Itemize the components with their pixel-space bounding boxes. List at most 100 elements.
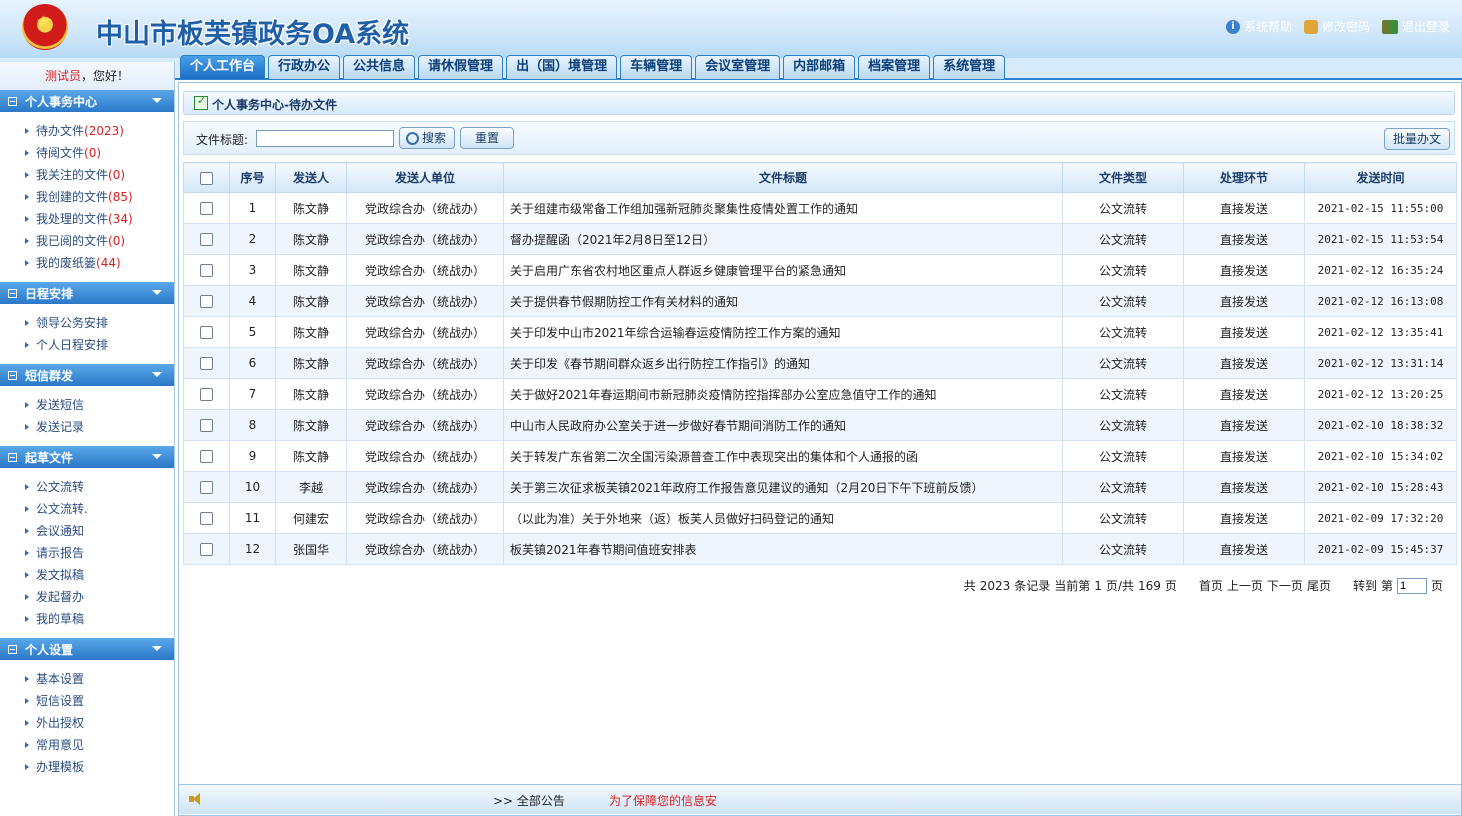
- section-personal-settings[interactable]: 个人设置: [0, 638, 174, 660]
- sidebar-item-common-opinions[interactable]: 常用意见: [0, 734, 174, 756]
- sidebar-item-out-authorization[interactable]: 外出授权: [0, 712, 174, 734]
- row-checkbox[interactable]: [200, 543, 213, 556]
- section-sms[interactable]: 短信群发: [0, 364, 174, 386]
- sidebar-item-start-supervision[interactable]: 发起督办: [0, 586, 174, 608]
- sidebar-item-meeting-notice[interactable]: 会议通知: [0, 520, 174, 542]
- tab-meeting-room-management[interactable]: 会议室管理: [695, 55, 781, 79]
- sidebar-item-handling-templates[interactable]: 办理模板: [0, 756, 174, 778]
- sidebar-item-document-flow-2[interactable]: 公文流转.: [0, 498, 174, 520]
- table-header-row: 序号 发送人 发送人单位 文件标题 文件类型 处理环节 发送时间: [183, 162, 1457, 193]
- row-checkbox[interactable]: [200, 512, 213, 525]
- tab-archive-management[interactable]: 档案管理: [858, 55, 931, 79]
- row-checkbox[interactable]: [200, 202, 213, 215]
- tab-system-management[interactable]: 系统管理: [933, 55, 1006, 79]
- col-send-time[interactable]: 发送时间: [1304, 162, 1457, 193]
- first-page-link[interactable]: 首页: [1199, 577, 1223, 594]
- select-all-checkbox[interactable]: [200, 171, 213, 185]
- sidebar-item-leader-schedule[interactable]: 领导公务安排: [0, 312, 174, 334]
- sidebar-item-basic-settings[interactable]: 基本设置: [0, 668, 174, 690]
- prev-page-link[interactable]: 上一页: [1227, 577, 1263, 594]
- row-file-title[interactable]: 关于印发《春节期间群众返乡出行防控工作指引》的通知: [503, 347, 1063, 379]
- sidebar-item-send-records[interactable]: 发送记录: [0, 416, 174, 438]
- row-file-title[interactable]: 板芙镇2021年春节期间值班安排表: [503, 533, 1063, 565]
- row-checkbox[interactable]: [200, 388, 213, 401]
- row-file-title[interactable]: 督办提醒函（2021年2月8日至12日）: [503, 223, 1063, 255]
- next-page-link[interactable]: 下一页: [1267, 577, 1303, 594]
- table-row[interactable]: 10 李越 党政综合办（统战办） 关于第三次征求板芙镇2021年政府工作报告意见建议的…: [183, 471, 1457, 503]
- row-file-title[interactable]: （以此为准）关于外地来（返）板芙人员做好扫码登记的通知: [503, 502, 1063, 534]
- row-file-title[interactable]: 关于第三次征求板芙镇2021年政府工作报告意见建议的通知（2月20日下午下班前反…: [503, 471, 1063, 503]
- col-sender[interactable]: 发送人: [275, 162, 347, 193]
- table-row[interactable]: 11 何建宏 党政综合办（统战办） （以此为准）关于外地来（返）板芙人员做好扫码登记的…: [183, 502, 1457, 534]
- tab-admin-office[interactable]: 行政办公: [268, 55, 341, 79]
- tab-leave-management[interactable]: 请休假管理: [418, 55, 504, 79]
- reset-button[interactable]: 重置: [460, 127, 514, 149]
- sidebar-item-trash[interactable]: 我的废纸篓(44): [0, 252, 174, 274]
- row-file-title[interactable]: 关于启用广东省农村地区重点人群返乡健康管理平台的紧急通知: [503, 254, 1063, 286]
- tab-exit-entry-management[interactable]: 出（国）境管理: [506, 55, 618, 79]
- row-file-title[interactable]: 关于组建市级常备工作组加强新冠肺炎聚集性疫情处置工作的通知: [503, 192, 1063, 224]
- col-file-type[interactable]: 文件类型: [1062, 162, 1184, 193]
- col-sender-unit[interactable]: 发送人单位: [346, 162, 504, 193]
- last-page-link[interactable]: 尾页: [1307, 577, 1331, 594]
- table-row[interactable]: 6 陈文静 党政综合办（统战办） 关于印发《春节期间群众返乡出行防控工作指引》的通知公…: [183, 347, 1457, 379]
- sidebar-item-read-files[interactable]: 我已阅的文件(0): [0, 230, 174, 252]
- table-row[interactable]: 4 陈文静 党政综合办（统战办） 关于提供春节假期防控工作有关材料的通知 公文流转 直接发…: [183, 285, 1457, 317]
- sidebar-item-created-files[interactable]: 我创建的文件(85): [0, 186, 174, 208]
- table-row[interactable]: 9 陈文静 党政综合办（统战办） 关于转发广东省第二次全国污染源普查工作中表现突出的集…: [183, 440, 1457, 472]
- pager-text: 当前第: [1054, 579, 1091, 593]
- sidebar-item-document-flow[interactable]: 公文流转: [0, 476, 174, 498]
- row-checkbox[interactable]: [200, 450, 213, 463]
- col-index[interactable]: 序号: [229, 162, 276, 193]
- tab-public-info[interactable]: 公共信息: [343, 55, 416, 79]
- batch-process-button[interactable]: 批量办文: [1384, 128, 1450, 150]
- row-checkbox[interactable]: [200, 357, 213, 370]
- section-draft-files[interactable]: 起草文件: [0, 446, 174, 468]
- row-file-title[interactable]: 关于印发中山市2021年综合运输春运疫情防控工作方案的通知: [503, 316, 1063, 348]
- tab-internal-mail[interactable]: 内部邮箱: [783, 55, 856, 79]
- sidebar-item-my-drafts[interactable]: 我的草稿: [0, 608, 174, 630]
- row-sender-unit: 党政综合办（统战办）: [346, 378, 504, 410]
- tab-vehicle-management[interactable]: 车辆管理: [620, 55, 693, 79]
- change-password-link[interactable]: 修改密码: [1303, 18, 1370, 35]
- col-process-step[interactable]: 处理环节: [1183, 162, 1305, 193]
- logout-link[interactable]: 退出登录: [1381, 18, 1450, 35]
- all-announcements-link[interactable]: >> 全部公告: [493, 792, 565, 809]
- table-row[interactable]: 2 陈文静 党政综合办（统战办） 督办提醒函（2021年2月8日至12日） 公文流转 直接…: [183, 223, 1457, 255]
- sidebar-item-send-sms[interactable]: 发送短信: [0, 394, 174, 416]
- help-link[interactable]: i 系统帮助: [1225, 18, 1292, 35]
- table-row[interactable]: 3 陈文静 党政综合办（统战办） 关于启用广东省农村地区重点人群返乡健康管理平台的紧急…: [183, 254, 1457, 286]
- goto-page-input[interactable]: [1396, 577, 1427, 594]
- row-checkbox[interactable]: [200, 264, 213, 277]
- sidebar-item-to-read-files[interactable]: 待阅文件(0): [0, 142, 174, 164]
- table-row[interactable]: 1 陈文静 党政综合办（统战办） 关于组建市级常备工作组加强新冠肺炎聚集性疫情处置工作…: [183, 192, 1457, 224]
- sidebar-item-request-report[interactable]: 请示报告: [0, 542, 174, 564]
- search-button[interactable]: 搜索: [399, 127, 455, 149]
- row-checkbox[interactable]: [200, 233, 213, 246]
- row-checkbox[interactable]: [200, 481, 213, 494]
- row-checkbox[interactable]: [200, 326, 213, 339]
- table-row[interactable]: 5 陈文静 党政综合办（统战办） 关于印发中山市2021年综合运输春运疫情防控工作方案…: [183, 316, 1457, 348]
- row-file-title[interactable]: 关于转发广东省第二次全国污染源普查工作中表现突出的集体和个人通报的函: [503, 440, 1063, 472]
- file-title-input[interactable]: [256, 130, 394, 147]
- sidebar-item-todo-files[interactable]: 待办文件(2023): [0, 120, 174, 142]
- sidebar-item-sms-settings[interactable]: 短信设置: [0, 690, 174, 712]
- row-file-title[interactable]: 中山市人民政府办公室关于进一步做好春节期间消防工作的通知: [503, 409, 1063, 441]
- sidebar-item-personal-schedule[interactable]: 个人日程安排: [0, 334, 174, 356]
- row-file-title[interactable]: 关于做好2021年春运期间市新冠肺炎疫情防控指挥部办公室应急值守工作的通知: [503, 378, 1063, 410]
- sidebar-item-handled-files[interactable]: 我处理的文件(34): [0, 208, 174, 230]
- section-schedule[interactable]: 日程安排: [0, 282, 174, 304]
- sidebar-item-draft-dispatch[interactable]: 发文拟稿: [0, 564, 174, 586]
- tab-personal-workbench[interactable]: 个人工作台: [180, 55, 266, 79]
- row-file-type: 公文流转: [1062, 316, 1184, 348]
- sidebar-item-followed-files[interactable]: 我关注的文件(0): [0, 164, 174, 186]
- row-checkbox[interactable]: [200, 295, 213, 308]
- row-file-title[interactable]: 关于提供春节假期防控工作有关材料的通知: [503, 285, 1063, 317]
- table-row[interactable]: 12 张国华 党政综合办（统战办） 板芙镇2021年春节期间值班安排表 公文流转 直接发送…: [183, 533, 1457, 565]
- row-checkbox[interactable]: [200, 419, 213, 432]
- table-row[interactable]: 8 陈文静 党政综合办（统战办） 中山市人民政府办公室关于进一步做好春节期间消防工作的…: [183, 409, 1457, 441]
- row-index: 7: [229, 378, 276, 410]
- section-personal-affairs[interactable]: 个人事务中心: [0, 90, 174, 112]
- table-row[interactable]: 7 陈文静 党政综合办（统战办） 关于做好2021年春运期间市新冠肺炎疫情防控指挥部办…: [183, 378, 1457, 410]
- col-file-title[interactable]: 文件标题: [503, 162, 1063, 193]
